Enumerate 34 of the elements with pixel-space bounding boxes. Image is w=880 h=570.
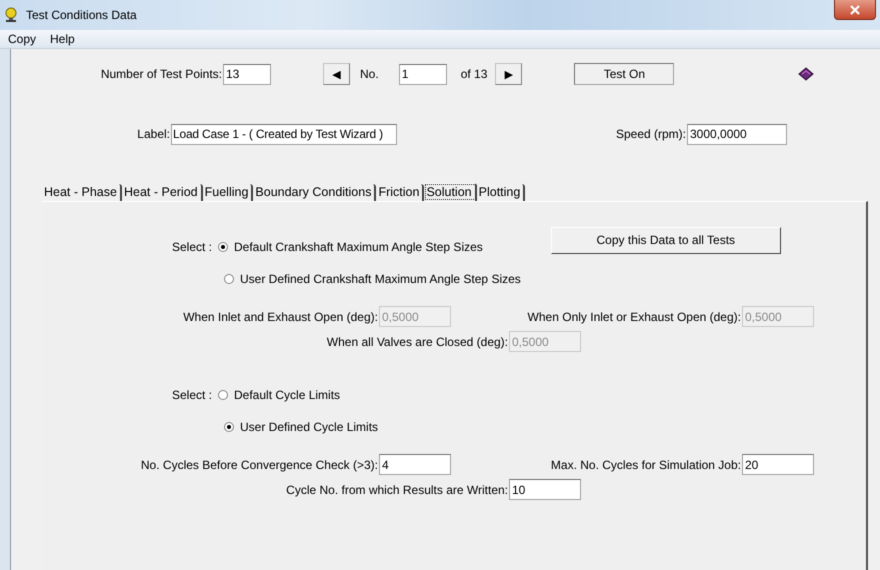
input-field[interactable]: 3000,0000 [687,124,787,144]
input-field[interactable]: 20 [742,454,814,475]
radio-button[interactable]: User Defined Cycle Limits [224,420,378,434]
select-label: Select : [170,240,212,254]
close-icon [849,4,861,14]
copy-button[interactable]: Copy this Data to all Tests [550,226,781,254]
select-label: Select : [170,388,212,402]
field-label: When Inlet and Exhaust Open (deg): [182,310,378,324]
next-button[interactable]: ▶ [495,63,522,85]
close-button[interactable] [834,0,876,20]
field-label: No. [360,67,379,81]
field-label: Max. No. Cycles for Simulation Job: [550,458,741,472]
field-label: When all Valves are Closed (deg): [326,334,508,348]
window-title: Test Conditions Data [26,8,137,22]
input-field[interactable]: 10 [509,479,581,500]
menu-item[interactable]: Help [50,32,75,46]
input-field[interactable]: Load Case 1 - ( Created by Test Wizard ) [171,124,397,144]
count-label: of 13 [460,67,488,81]
field-label: Label: [136,127,170,141]
radio-button[interactable]: Default Crankshaft Maximum Angle Step Sizes [218,240,483,254]
previous-button[interactable]: ◀ [323,63,350,85]
input-field[interactable]: 13 [223,64,271,84]
status-box: Test On [574,63,674,85]
input-field[interactable]: 4 [379,454,451,475]
menu-item[interactable]: Copy [8,32,36,46]
field-label: Cycle No. from which Results are Written: [285,482,508,496]
field-label: Speed (rpm): [614,127,686,141]
radio-button[interactable]: User Defined Crankshaft Maximum Angle Step Sizes [224,272,521,286]
field-label: When Only Inlet or Exhaust Open (deg): [526,310,741,324]
lightbulb-icon [4,7,18,23]
field-label: Number of Test Points: [100,67,222,81]
input-field[interactable]: 1 [398,64,447,84]
field-label: No. Cycles Before Convergence Check (>3): [140,458,378,472]
radio-button[interactable]: Default Cycle Limits [218,388,340,402]
